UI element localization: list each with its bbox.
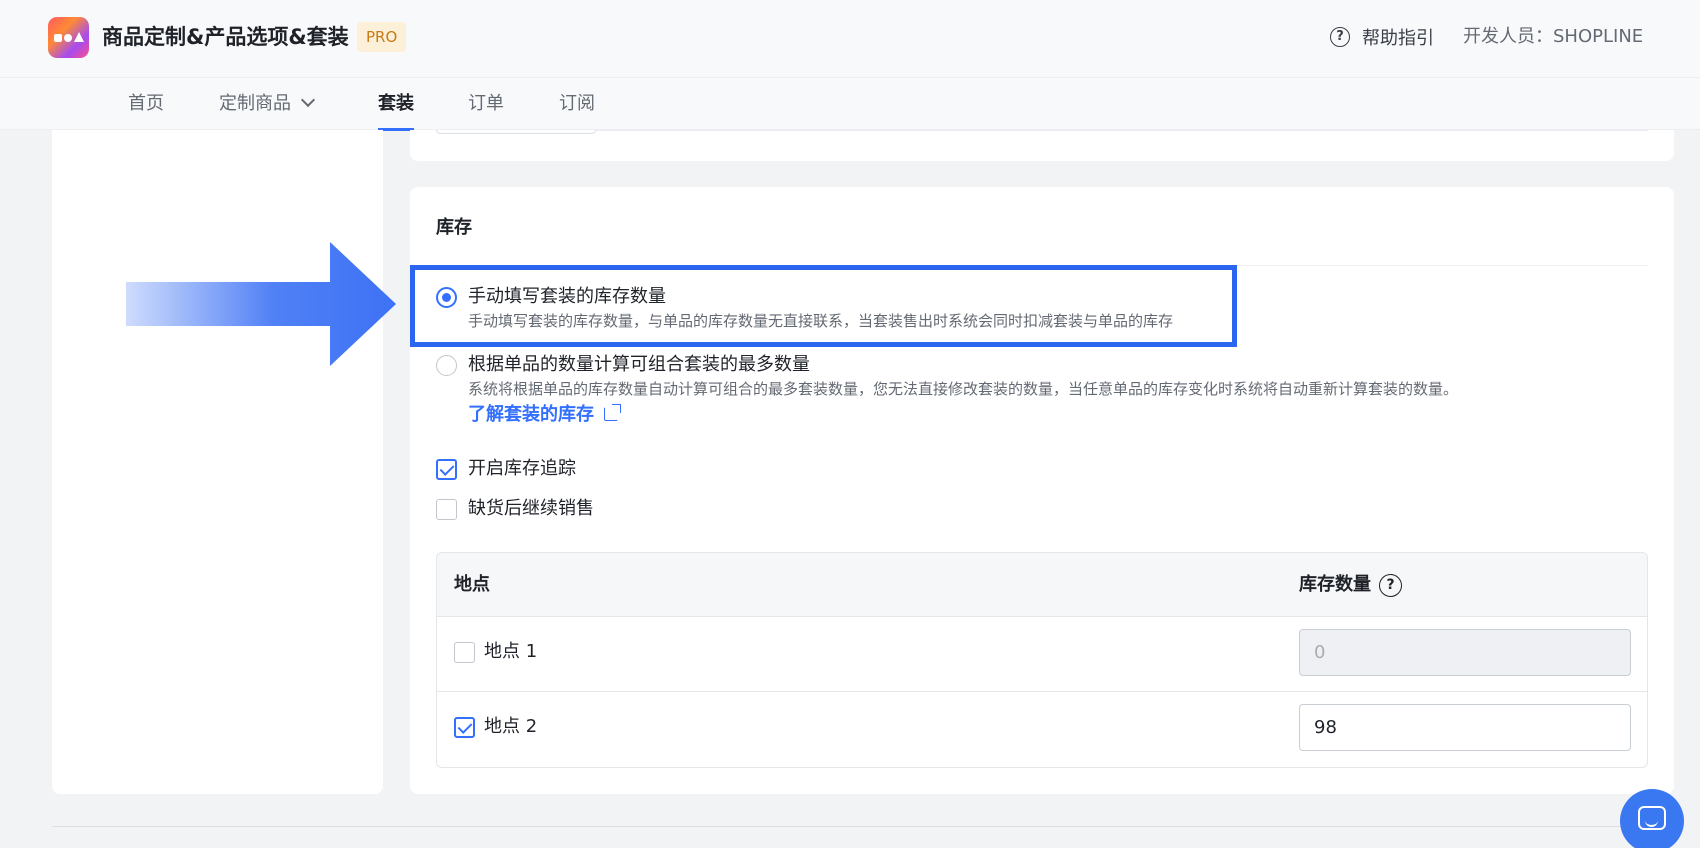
col-quantity-label: 库存数量 xyxy=(1299,574,1371,595)
developer-label: 开发人员：SHOPLINE xyxy=(1463,26,1644,47)
help-guide-link[interactable]: ? 帮助指引 xyxy=(1330,22,1434,52)
col-location: 地点 xyxy=(454,574,490,595)
location-2-checkbox[interactable] xyxy=(454,717,475,738)
tab-orders[interactable]: 订单 xyxy=(468,92,504,116)
table-header: 地点 库存数量? xyxy=(437,553,1647,617)
checkbox[interactable] xyxy=(436,499,457,520)
tab-home[interactable]: 首页 xyxy=(128,92,164,116)
radio-manual-stock-label: 手动填写套装的库存数量 xyxy=(468,286,666,307)
external-link-icon xyxy=(604,404,621,421)
previous-section-card xyxy=(410,130,1674,161)
tab-custom-products-label: 定制商品 xyxy=(219,93,291,114)
question-circle-icon[interactable]: ? xyxy=(1379,573,1402,597)
location-2-label: 地点 2 xyxy=(484,716,538,737)
chevron-down-icon xyxy=(300,92,316,108)
arrow-right-icon xyxy=(126,242,396,366)
top-header: 商品定制&产品选项&套装 PRO ? 帮助指引 开发人员：SHOPLINE xyxy=(0,0,1700,78)
tab-subscriptions[interactable]: 订阅 xyxy=(559,92,595,116)
help-circle-icon: ? xyxy=(1330,27,1350,47)
chat-button[interactable] xyxy=(1620,789,1684,848)
table-row: 地点 2 xyxy=(437,692,1647,767)
checkbox-track-inventory-label: 开启库存追踪 xyxy=(468,458,576,479)
divider xyxy=(52,826,1674,827)
checkbox-continue-selling-label: 缺货后继续销售 xyxy=(468,498,594,519)
col-quantity: 库存数量? xyxy=(1299,573,1402,597)
radio-button[interactable] xyxy=(436,355,457,376)
radio-calculated-stock-label: 根据单品的数量计算可组合套装的最多数量 xyxy=(468,354,810,375)
main-nav: 首页 定制商品 套装 订单 订阅 xyxy=(0,78,1700,131)
inventory-title: 库存 xyxy=(436,217,472,238)
location-2-quantity-input[interactable] xyxy=(1299,704,1631,751)
learn-bundle-stock-link-label: 了解套装的库存 xyxy=(468,404,594,425)
tab-custom-products[interactable]: 定制商品 xyxy=(219,92,316,116)
location-1-quantity-input[interactable] xyxy=(1299,629,1631,676)
radio-manual-stock-desc: 手动填写套装的库存数量，与单品的库存数量无直接联系，当套装售出时系统会同时扣减套… xyxy=(468,312,1174,330)
radio-calculated-stock-desc: 系统将根据单品的库存数量自动计算可组合的最多套装数量，您无法直接修改套装的数量，… xyxy=(468,380,1459,398)
checkbox-checked[interactable] xyxy=(436,459,457,480)
tab-bundles[interactable]: 套装 xyxy=(378,92,414,131)
chat-icon xyxy=(1638,806,1666,830)
location-1-checkbox[interactable] xyxy=(454,642,475,663)
table-row: 地点 1 xyxy=(437,617,1647,692)
left-panel xyxy=(52,130,383,794)
location-1-label: 地点 1 xyxy=(484,641,538,662)
location-table: 地点 库存数量? 地点 1 地点 2 xyxy=(436,552,1648,768)
radio-button-checked[interactable] xyxy=(436,287,457,308)
inventory-card: 库存 手动填写套装的库存数量 手动填写套装的库存数量，与单品的库存数量无直接联系… xyxy=(410,187,1674,794)
learn-bundle-stock-link[interactable]: 了解套装的库存 xyxy=(468,403,621,427)
app-title: 商品定制&产品选项&套装 xyxy=(102,25,349,49)
pro-badge: PRO xyxy=(357,22,407,52)
app-logo-icon xyxy=(48,17,89,58)
help-guide-label: 帮助指引 xyxy=(1362,28,1434,49)
